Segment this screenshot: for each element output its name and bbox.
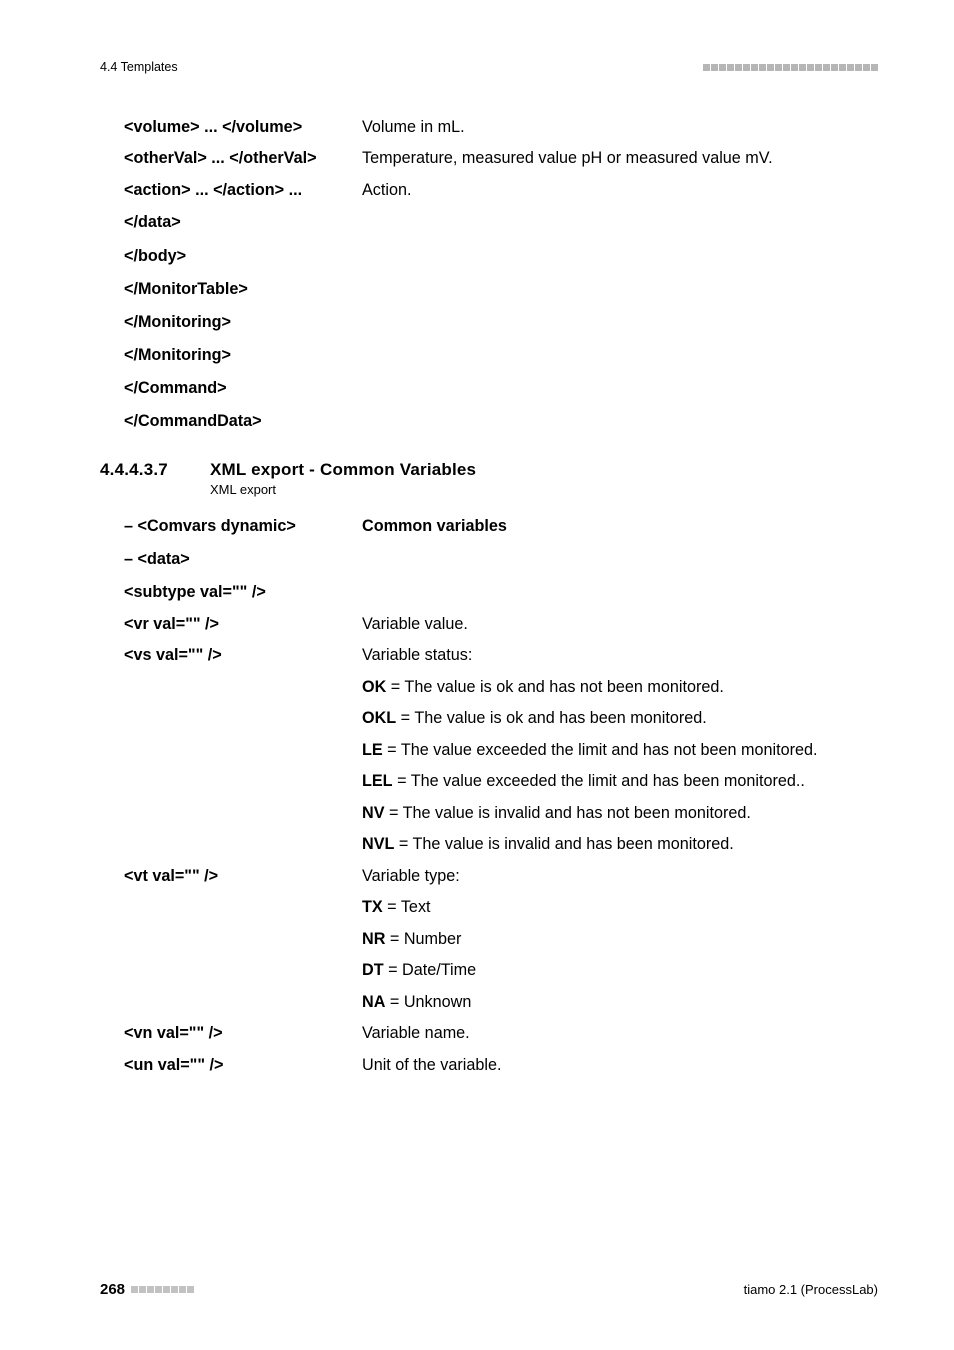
def-row: <action> ... </action> ... Action. <box>124 179 878 202</box>
xml-tag: <otherVal> ... </otherVal> <box>124 147 362 170</box>
header-decoration <box>703 64 878 71</box>
xml-tag: – <data> <box>124 547 362 572</box>
xml-tag: </body> <box>124 244 362 269</box>
type-row: TX = Text <box>124 896 878 919</box>
status-code: NVL <box>362 835 394 853</box>
page-number-wrap: 268 <box>100 1281 194 1298</box>
type-text: = Number <box>385 930 461 948</box>
xml-tag: </data> <box>124 210 362 235</box>
type-text: = Unknown <box>385 993 471 1011</box>
xml-tag: </Command> <box>124 376 362 401</box>
def-row: <un val="" /> Unit of the variable. <box>124 1054 878 1077</box>
heading-subtitle: XML export <box>210 482 878 497</box>
status-row: LE = The value exceeded the limit and ha… <box>124 739 878 762</box>
status-code: LEL <box>362 772 393 790</box>
xml-desc: Variable name. <box>362 1022 878 1045</box>
type-code: NA <box>362 993 385 1011</box>
xml-desc: Variable value. <box>362 613 878 636</box>
page-number: 268 <box>100 1281 125 1298</box>
xml-tag: <volume> ... </volume> <box>124 116 362 139</box>
xml-desc: Unit of the variable. <box>362 1054 878 1077</box>
type-code: TX <box>362 898 383 916</box>
status-row: OKL = The value is ok and has been monit… <box>124 707 878 730</box>
type-row: DT = Date/Time <box>124 959 878 982</box>
breadcrumb: 4.4 Templates <box>100 60 178 74</box>
page-footer: 268 tiamo 2.1 (ProcessLab) <box>100 1281 878 1298</box>
def-row: <vn val="" /> Variable name. <box>124 1022 878 1045</box>
def-row: <vs val="" /> Variable status: <box>124 644 878 667</box>
xml-desc: Common variables <box>362 515 878 538</box>
type-code: DT <box>362 961 384 979</box>
status-row: NV = The value is invalid and has not be… <box>124 802 878 825</box>
xml-tag: </Monitoring> <box>124 343 362 368</box>
def-row: <volume> ... </volume> Volume in mL. <box>124 116 878 139</box>
xml-tag: <action> ... </action> ... <box>124 179 362 202</box>
xml-desc: Temperature, measured value pH or measur… <box>362 147 878 170</box>
xml-tag: – <Comvars dynamic> <box>124 515 362 538</box>
def-row: – <Comvars dynamic> Common variables <box>124 515 878 538</box>
xml-desc: Variable status: <box>362 644 878 667</box>
xml-tag: </CommandData> <box>124 409 362 434</box>
status-code: OK <box>362 678 386 696</box>
status-row: LEL = The value exceeded the limit and h… <box>124 770 878 793</box>
xml-desc: Action. <box>362 179 878 202</box>
page-content: <volume> ... </volume> Volume in mL. <ot… <box>100 116 878 1077</box>
xml-tag: </MonitorTable> <box>124 277 362 302</box>
status-text: = The value exceeded the limit and has b… <box>393 772 805 790</box>
product-name: tiamo 2.1 (ProcessLab) <box>744 1282 878 1297</box>
heading-title: XML export - Common Variables <box>210 460 476 480</box>
def-row: <vr val="" /> Variable value. <box>124 613 878 636</box>
status-code: LE <box>362 741 383 759</box>
status-code: OKL <box>362 709 396 727</box>
status-row: OK = The value is ok and has not been mo… <box>124 676 878 699</box>
status-text: = The value is invalid and has not been … <box>385 804 751 822</box>
type-row: NA = Unknown <box>124 991 878 1014</box>
type-text: = Date/Time <box>384 961 477 979</box>
status-text: = The value is invalid and has been moni… <box>394 835 733 853</box>
xml-tag: <vr val="" /> <box>124 613 362 636</box>
xml-tag: <vn val="" /> <box>124 1022 362 1045</box>
status-text: = The value is ok and has been monitored… <box>396 709 707 727</box>
type-code: NR <box>362 930 385 948</box>
status-code: NV <box>362 804 385 822</box>
section-heading: 4.4.4.3.7 XML export - Common Variables <box>100 460 878 480</box>
xml-tag: </Monitoring> <box>124 310 362 335</box>
type-row: NR = Number <box>124 928 878 951</box>
xml-tag: <vs val="" /> <box>124 644 362 667</box>
status-text: = The value exceeded the limit and has n… <box>383 741 818 759</box>
footer-decoration <box>131 1286 194 1293</box>
def-row: <vt val="" /> Variable type: <box>124 865 878 888</box>
type-text: = Text <box>383 898 431 916</box>
status-text: = The value is ok and has not been monit… <box>386 678 724 696</box>
page-header: 4.4 Templates <box>100 60 878 74</box>
xml-desc: Variable type: <box>362 865 878 888</box>
xml-tag: <vt val="" /> <box>124 865 362 888</box>
def-row: <otherVal> ... </otherVal> Temperature, … <box>124 147 878 170</box>
xml-desc: Volume in mL. <box>362 116 878 139</box>
xml-tag: <subtype val="" /> <box>124 580 362 605</box>
heading-number: 4.4.4.3.7 <box>100 460 210 480</box>
xml-tag: <un val="" /> <box>124 1054 362 1077</box>
status-row: NVL = The value is invalid and has been … <box>124 833 878 856</box>
